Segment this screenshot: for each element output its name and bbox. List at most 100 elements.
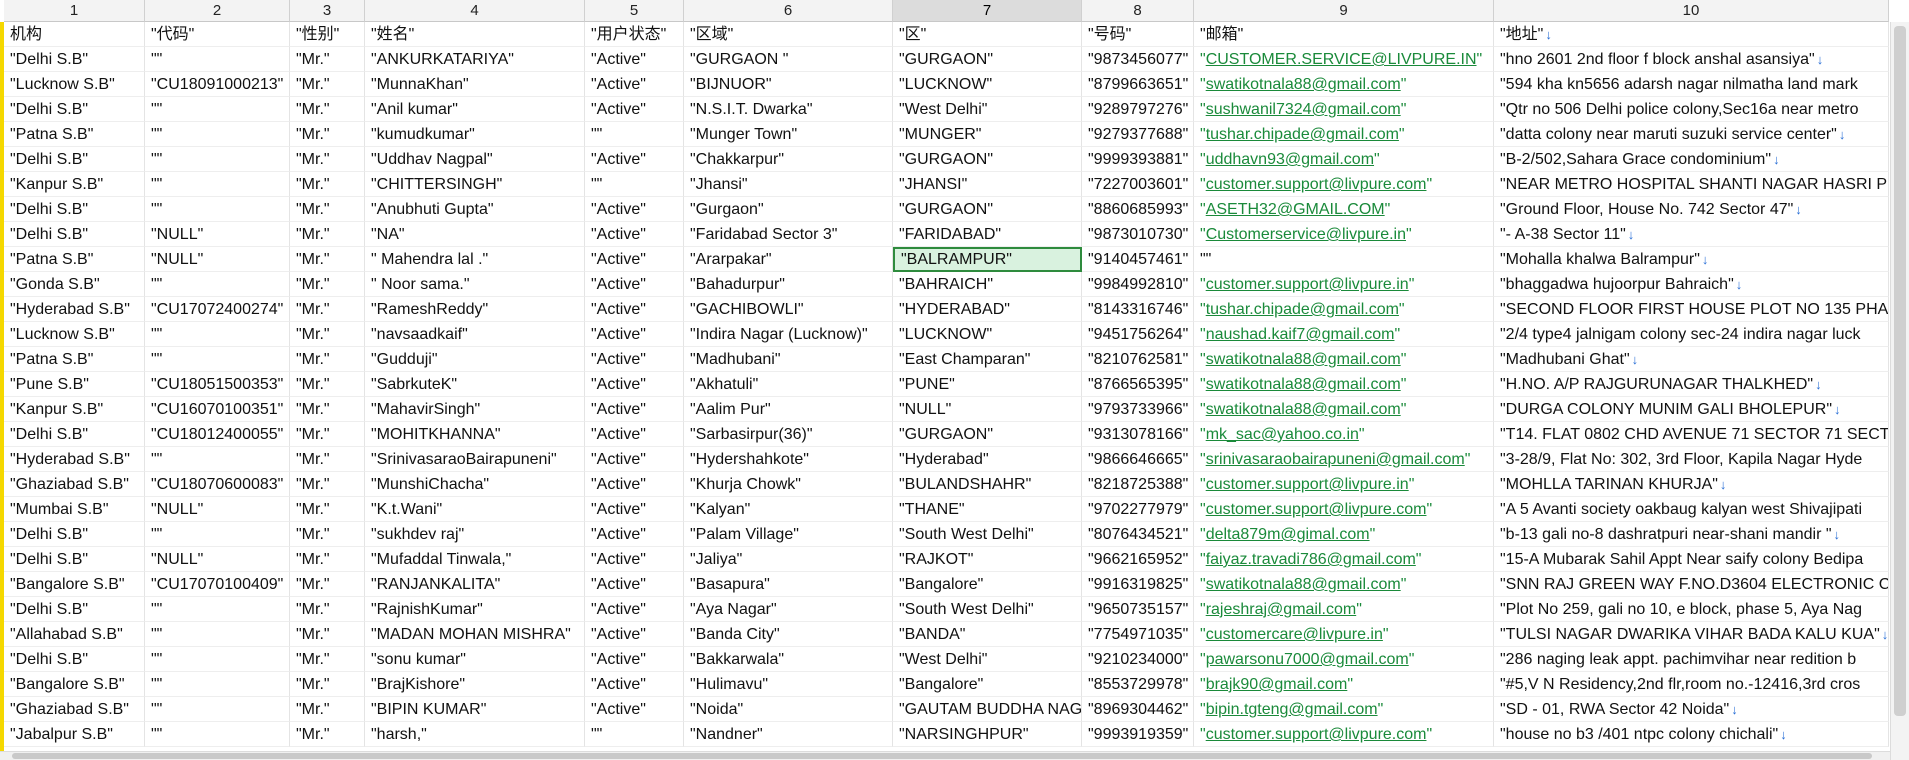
- table-cell[interactable]: "LUCKNOW": [893, 322, 1082, 347]
- vertical-scrollbar[interactable]: [1890, 22, 1909, 760]
- header-cell[interactable]: "姓名": [365, 22, 585, 47]
- table-cell[interactable]: "": [145, 697, 290, 722]
- table-cell[interactable]: "": [1194, 247, 1494, 272]
- table-cell[interactable]: "Mr.": [290, 472, 365, 497]
- table-cell[interactable]: "Mr.": [290, 322, 365, 347]
- table-cell[interactable]: "GAUTAM BUDDHA NAGAR": [893, 697, 1082, 722]
- table-cell[interactable]: "": [145, 147, 290, 172]
- table-cell[interactable]: "DURGA COLONY MUNIM GALI BHOLEPUR" ↓: [1494, 397, 1889, 422]
- table-cell[interactable]: "Active": [585, 472, 684, 497]
- table-cell[interactable]: "Patna S.B": [4, 347, 145, 372]
- table-cell[interactable]: "8766565395": [1082, 372, 1194, 397]
- table-cell[interactable]: "": [145, 172, 290, 197]
- table-cell[interactable]: "": [145, 122, 290, 147]
- table-cell[interactable]: "Ghaziabad S.B": [4, 472, 145, 497]
- table-cell[interactable]: "15-A Mubarak Sahil Appt Near saify colo…: [1494, 547, 1889, 572]
- table-cell[interactable]: "LUCKNOW": [893, 72, 1082, 97]
- table-cell[interactable]: "Ararpakar": [684, 247, 893, 272]
- table-cell[interactable]: "brajk90@gmail.com": [1194, 672, 1494, 697]
- table-cell[interactable]: "customer.support@livpure.com": [1194, 497, 1494, 522]
- table-cell[interactable]: "Akhatuli": [684, 372, 893, 397]
- table-cell[interactable]: " Mahendra lal .": [365, 247, 585, 272]
- table-cell[interactable]: "Palam Village": [684, 522, 893, 547]
- table-cell[interactable]: "MUNGER": [893, 122, 1082, 147]
- table-cell[interactable]: "9866646665": [1082, 447, 1194, 472]
- table-cell[interactable]: "Hyderabad": [893, 447, 1082, 472]
- table-cell[interactable]: "8860685993": [1082, 197, 1194, 222]
- table-cell[interactable]: "Active": [585, 697, 684, 722]
- table-cell[interactable]: "Mr.": [290, 297, 365, 322]
- header-cell[interactable]: 机构: [4, 22, 145, 47]
- table-cell[interactable]: "9210234000": [1082, 647, 1194, 672]
- table-cell[interactable]: "": [145, 97, 290, 122]
- table-cell[interactable]: "bhaggadwa hujoorpur Bahraich" ↓: [1494, 272, 1889, 297]
- table-cell[interactable]: "Delhi S.B": [4, 222, 145, 247]
- table-cell[interactable]: "8799663651": [1082, 72, 1194, 97]
- table-cell[interactable]: "BANDA": [893, 622, 1082, 647]
- table-cell[interactable]: "9984992810": [1082, 272, 1194, 297]
- table-cell[interactable]: "Mr.": [290, 447, 365, 472]
- table-cell[interactable]: "": [145, 722, 290, 747]
- table-cell[interactable]: "Mr.": [290, 697, 365, 722]
- table-cell[interactable]: "9916319825": [1082, 572, 1194, 597]
- table-cell[interactable]: "9702277979": [1082, 497, 1194, 522]
- table-cell[interactable]: "b-13 gali no-8 dashratpuri near-shani m…: [1494, 522, 1889, 547]
- table-cell[interactable]: "CU18012400055": [145, 422, 290, 447]
- table-cell[interactable]: "NULL": [145, 222, 290, 247]
- table-cell[interactable]: "THANE": [893, 497, 1082, 522]
- table-cell[interactable]: "customer.support@livpure.com": [1194, 172, 1494, 197]
- table-cell[interactable]: "Mr.": [290, 47, 365, 72]
- table-cell[interactable]: "Patna S.B": [4, 122, 145, 147]
- table-cell[interactable]: "": [145, 672, 290, 697]
- table-cell[interactable]: "9993919359": [1082, 722, 1194, 747]
- table-cell[interactable]: "- A-38 Sector 11" ↓: [1494, 222, 1889, 247]
- header-cell[interactable]: "代码": [145, 22, 290, 47]
- table-cell[interactable]: "CU16070100351": [145, 397, 290, 422]
- table-cell[interactable]: "": [145, 597, 290, 622]
- table-cell[interactable]: "8553729978": [1082, 672, 1194, 697]
- table-cell[interactable]: "": [145, 272, 290, 297]
- table-cell[interactable]: "RANJANKALITA": [365, 572, 585, 597]
- table-cell[interactable]: "sushwanil7324@gmail.com": [1194, 97, 1494, 122]
- horizontal-scroll-thumb[interactable]: [12, 753, 1872, 759]
- table-cell[interactable]: "ANKURKATARIYA": [365, 47, 585, 72]
- table-cell[interactable]: "SrinivasaraoBairapuneni": [365, 447, 585, 472]
- table-cell[interactable]: "9451756264": [1082, 322, 1194, 347]
- table-cell[interactable]: "9650735157": [1082, 597, 1194, 622]
- table-cell[interactable]: "GACHIBOWLI": [684, 297, 893, 322]
- table-cell[interactable]: "Active": [585, 297, 684, 322]
- table-cell[interactable]: "9140457461": [1082, 247, 1194, 272]
- table-cell[interactable]: "Delhi S.B": [4, 47, 145, 72]
- table-cell[interactable]: "MOHLLA TARINAN KHURJA" ↓: [1494, 472, 1889, 497]
- table-cell[interactable]: "Mr.": [290, 547, 365, 572]
- table-cell[interactable]: "Mumbai S.B": [4, 497, 145, 522]
- table-cell[interactable]: "Allahabad S.B": [4, 622, 145, 647]
- table-cell[interactable]: "Active": [585, 97, 684, 122]
- table-cell[interactable]: "9313078166": [1082, 422, 1194, 447]
- table-cell[interactable]: "NULL": [893, 397, 1082, 422]
- spreadsheet[interactable]: 1 2 3 4 5 6 7 8 9 10 机构 "代码" "性别" "姓名" "用户状态" "区域" "区" "…: [0, 0, 1909, 760]
- table-cell[interactable]: "GURGAON": [893, 197, 1082, 222]
- table-cell[interactable]: "Hulimavu": [684, 672, 893, 697]
- table-cell[interactable]: "NA": [365, 222, 585, 247]
- table-cell[interactable]: "H.NO. A/P RAJGURUNAGAR THALKHED" ↓: [1494, 372, 1889, 397]
- header-cell[interactable]: "区域": [684, 22, 893, 47]
- table-cell[interactable]: "#5,V N Residency,2nd flr,room no.-12416…: [1494, 672, 1889, 697]
- column-header-4[interactable]: 4: [365, 0, 585, 22]
- table-cell[interactable]: "Active": [585, 372, 684, 397]
- table-cell[interactable]: "Delhi S.B": [4, 597, 145, 622]
- table-cell[interactable]: "MADAN MOHAN MISHRA": [365, 622, 585, 647]
- table-cell[interactable]: "West Delhi": [893, 97, 1082, 122]
- table-cell[interactable]: "Mr.": [290, 597, 365, 622]
- table-cell[interactable]: "Active": [585, 72, 684, 97]
- table-cell[interactable]: "RAJKOT": [893, 547, 1082, 572]
- table-cell[interactable]: "sonu kumar": [365, 647, 585, 672]
- table-cell[interactable]: "Nandner": [684, 722, 893, 747]
- column-header-1[interactable]: 1: [4, 0, 145, 22]
- table-cell[interactable]: "Plot No 259, gali no 10, e block, phase…: [1494, 597, 1889, 622]
- table-cell[interactable]: "South West Delhi": [893, 522, 1082, 547]
- table-cell[interactable]: "Noida": [684, 697, 893, 722]
- table-cell[interactable]: "Mr.": [290, 572, 365, 597]
- table-cell[interactable]: "9793733966": [1082, 397, 1194, 422]
- table-cell[interactable]: "MOHITKHANNA": [365, 422, 585, 447]
